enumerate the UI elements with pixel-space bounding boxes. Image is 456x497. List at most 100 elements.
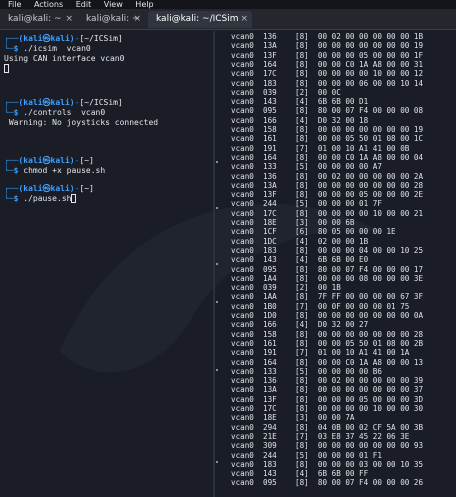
command-line: └─$ ./controls vcan0 bbox=[4, 108, 106, 117]
can-frame-row: vcan0 133 [5] 00 00 00 00 B6 bbox=[231, 366, 382, 376]
can-id: 21E bbox=[263, 431, 277, 441]
can-bytes: 00 00 05 50 01 08 00 1C bbox=[317, 134, 424, 144]
can-frame-row: vcan0 136 [8] 00 02 00 00 00 00 00 1B bbox=[231, 33, 423, 41]
can-frame-row: vcan0 166 [4] D0 32 00 27 bbox=[231, 321, 368, 329]
can-dlc: [6] bbox=[295, 227, 309, 237]
menubar: File Actions Edit View Help bbox=[0, 0, 456, 9]
can-frame-row: vcan0 136 [8] 00 02 00 00 00 00 00 39 bbox=[231, 377, 423, 385]
can-iface: vcan0 bbox=[231, 292, 254, 302]
can-id: 1A4 bbox=[263, 273, 277, 283]
menu-actions[interactable]: Actions bbox=[34, 0, 63, 9]
can-iface: vcan0 bbox=[231, 283, 254, 293]
can-bytes: 00 00 C0 1A A8 00 00 04 bbox=[317, 152, 424, 162]
can-bytes: 00 00 00 00 00 00 00 28 bbox=[317, 329, 424, 339]
menu-file[interactable]: File bbox=[8, 0, 21, 9]
menu-help[interactable]: Help bbox=[135, 0, 153, 9]
can-dlc: [4] bbox=[295, 255, 309, 265]
can-frame-row: vcan0 1D0 [8] 00 00 00 00 00 00 00 0A bbox=[231, 312, 423, 320]
can-id: 1DC bbox=[263, 236, 277, 246]
can-bytes: 80 00 07 F4 00 00 00 17 bbox=[317, 264, 424, 274]
can-bytes: 80 00 07 F4 00 00 00 26 bbox=[317, 478, 424, 488]
can-iface: vcan0 bbox=[231, 87, 254, 97]
can-dlc: [8] bbox=[295, 357, 309, 367]
can-frame-row: vcan0 244 [5] 00 00 00 01 F1 bbox=[231, 450, 382, 460]
can-iface: vcan0 bbox=[231, 422, 254, 432]
left-terminal-pane[interactable]: ┌──(kali㉿kali)-[~/ICSim] └─$ ./icsim vca… bbox=[0, 31, 212, 497]
can-iface: vcan0 bbox=[231, 469, 254, 479]
can-frame-row: vcan0 13A [8] 00 00 00 00 00 00 00 28 bbox=[231, 181, 423, 190]
tab-terminal-2[interactable]: kali@kali: ~ × bbox=[78, 11, 145, 28]
can-frame-row: vcan0 191 [7] 01 00 10 A1 41 00 0B bbox=[231, 143, 409, 153]
can-iface: vcan0 bbox=[231, 385, 254, 395]
can-dlc: [8] bbox=[295, 152, 309, 162]
can-frame-row: vcan0 294 [8] 04 0B 00 02 CF 5A 00 3B bbox=[231, 422, 423, 432]
can-iface: vcan0 bbox=[231, 236, 254, 246]
can-id: 161 bbox=[263, 338, 277, 348]
can-iface: vcan0 bbox=[231, 50, 254, 60]
can-dlc: [5] bbox=[295, 162, 309, 172]
can-dlc: [7] bbox=[295, 431, 309, 441]
can-dlc: [8] bbox=[295, 208, 309, 218]
can-bytes: 00 00 00 03 00 00 10 35 bbox=[317, 459, 424, 469]
can-id: 158 bbox=[263, 329, 277, 339]
can-frame-row: vcan0 183 [8] 00 00 00 03 00 00 10 35 bbox=[231, 459, 424, 469]
can-dlc: [8] bbox=[295, 394, 309, 404]
scroll-marker bbox=[216, 369, 218, 371]
can-iface: vcan0 bbox=[231, 301, 254, 311]
can-dlc: [8] bbox=[295, 376, 309, 386]
can-bytes: 00 00 00 05 00 00 00 2E bbox=[317, 190, 424, 200]
can-iface: vcan0 bbox=[231, 106, 254, 116]
can-frame-row: vcan0 183 [8] 00 00 00 04 00 00 10 25 bbox=[231, 246, 423, 255]
pane-divider[interactable] bbox=[213, 31, 215, 497]
can-dlc: [8] bbox=[295, 385, 309, 395]
can-dlc: [7] bbox=[295, 301, 309, 311]
tab-terminal-icsim[interactable]: kali@kali: ~/ICSim × bbox=[148, 11, 252, 28]
can-iface: vcan0 bbox=[231, 376, 254, 386]
can-frame-row: vcan0 13F [8] 00 00 00 05 00 00 00 3D bbox=[231, 394, 423, 404]
can-frame-row: vcan0 21E [7] 03 E8 37 45 22 06 3E bbox=[231, 431, 409, 441]
menu-view[interactable]: View bbox=[104, 0, 123, 9]
can-id: 039 bbox=[263, 87, 277, 97]
close-icon[interactable]: × bbox=[133, 11, 141, 28]
can-id: 309 bbox=[263, 441, 277, 451]
prompt-line: ┌──(kali㉿kali)-[~] bbox=[4, 184, 94, 193]
can-bytes: 80 05 00 00 00 1E bbox=[317, 227, 396, 237]
can-id: 1CF bbox=[263, 227, 277, 237]
can-bytes: 00 00 00 00 10 00 00 30 bbox=[317, 404, 424, 413]
can-iface: vcan0 bbox=[231, 404, 254, 413]
can-frame-row: vcan0 309 [8] 00 00 00 00 00 00 00 93 bbox=[231, 442, 423, 450]
can-id: 143 bbox=[263, 97, 277, 107]
close-icon[interactable]: × bbox=[240, 11, 248, 28]
can-bytes: 00 00 00 00 00 00 00 37 bbox=[317, 385, 424, 395]
right-terminal-pane-candump[interactable]: vcan0 136 [8] 00 02 00 00 00 00 00 1B vca… bbox=[217, 31, 456, 497]
can-frame-row: vcan0 17C [8] 00 00 00 00 10 00 00 12 bbox=[231, 70, 423, 78]
can-bytes: 6B 6B 00 D1 bbox=[317, 97, 369, 107]
tab-terminal-1[interactable]: kali@kali: ~ × bbox=[0, 11, 77, 28]
can-bytes: 80 00 07 F4 00 00 00 08 bbox=[317, 106, 424, 116]
can-frame-row: vcan0 1CF [6] 80 05 00 00 00 1E bbox=[231, 228, 396, 236]
output-line: Warning: No joysticks connected bbox=[4, 118, 159, 127]
prompt-line: ┌──(kali㉿kali)-[~/ICSim] bbox=[4, 98, 123, 107]
can-frame-row: vcan0 1AA [8] 7F FF 00 00 00 00 67 3F bbox=[231, 293, 423, 301]
can-iface: vcan0 bbox=[231, 143, 254, 153]
can-bytes: 00 00 00 00 10 00 00 21 bbox=[317, 208, 424, 218]
can-id: 17C bbox=[263, 208, 277, 218]
can-dlc: [8] bbox=[295, 59, 309, 69]
prompt-line: ┌──(kali㉿kali)-[~/ICSim] bbox=[4, 34, 123, 43]
can-dlc: [3] bbox=[295, 413, 309, 423]
can-iface: vcan0 bbox=[231, 125, 254, 134]
can-dlc: [7] bbox=[295, 143, 309, 153]
can-bytes: 00 00 00 00 00 00 00 0A bbox=[317, 311, 424, 320]
can-frame-row: vcan0 039 [2] 00 1B bbox=[231, 284, 341, 292]
menu-edit[interactable]: Edit bbox=[76, 0, 92, 9]
can-id: 136 bbox=[263, 376, 277, 386]
close-icon[interactable]: × bbox=[65, 11, 73, 28]
can-dlc: [5] bbox=[295, 450, 309, 460]
can-id: 244 bbox=[263, 199, 277, 209]
can-dlc: [8] bbox=[295, 50, 309, 60]
can-id: 191 bbox=[263, 348, 277, 358]
cursor-block bbox=[4, 64, 9, 74]
can-bytes: 00 00 00 00 A7 bbox=[317, 162, 382, 172]
can-id: 133 bbox=[263, 366, 277, 376]
can-id: 13A bbox=[263, 385, 277, 395]
